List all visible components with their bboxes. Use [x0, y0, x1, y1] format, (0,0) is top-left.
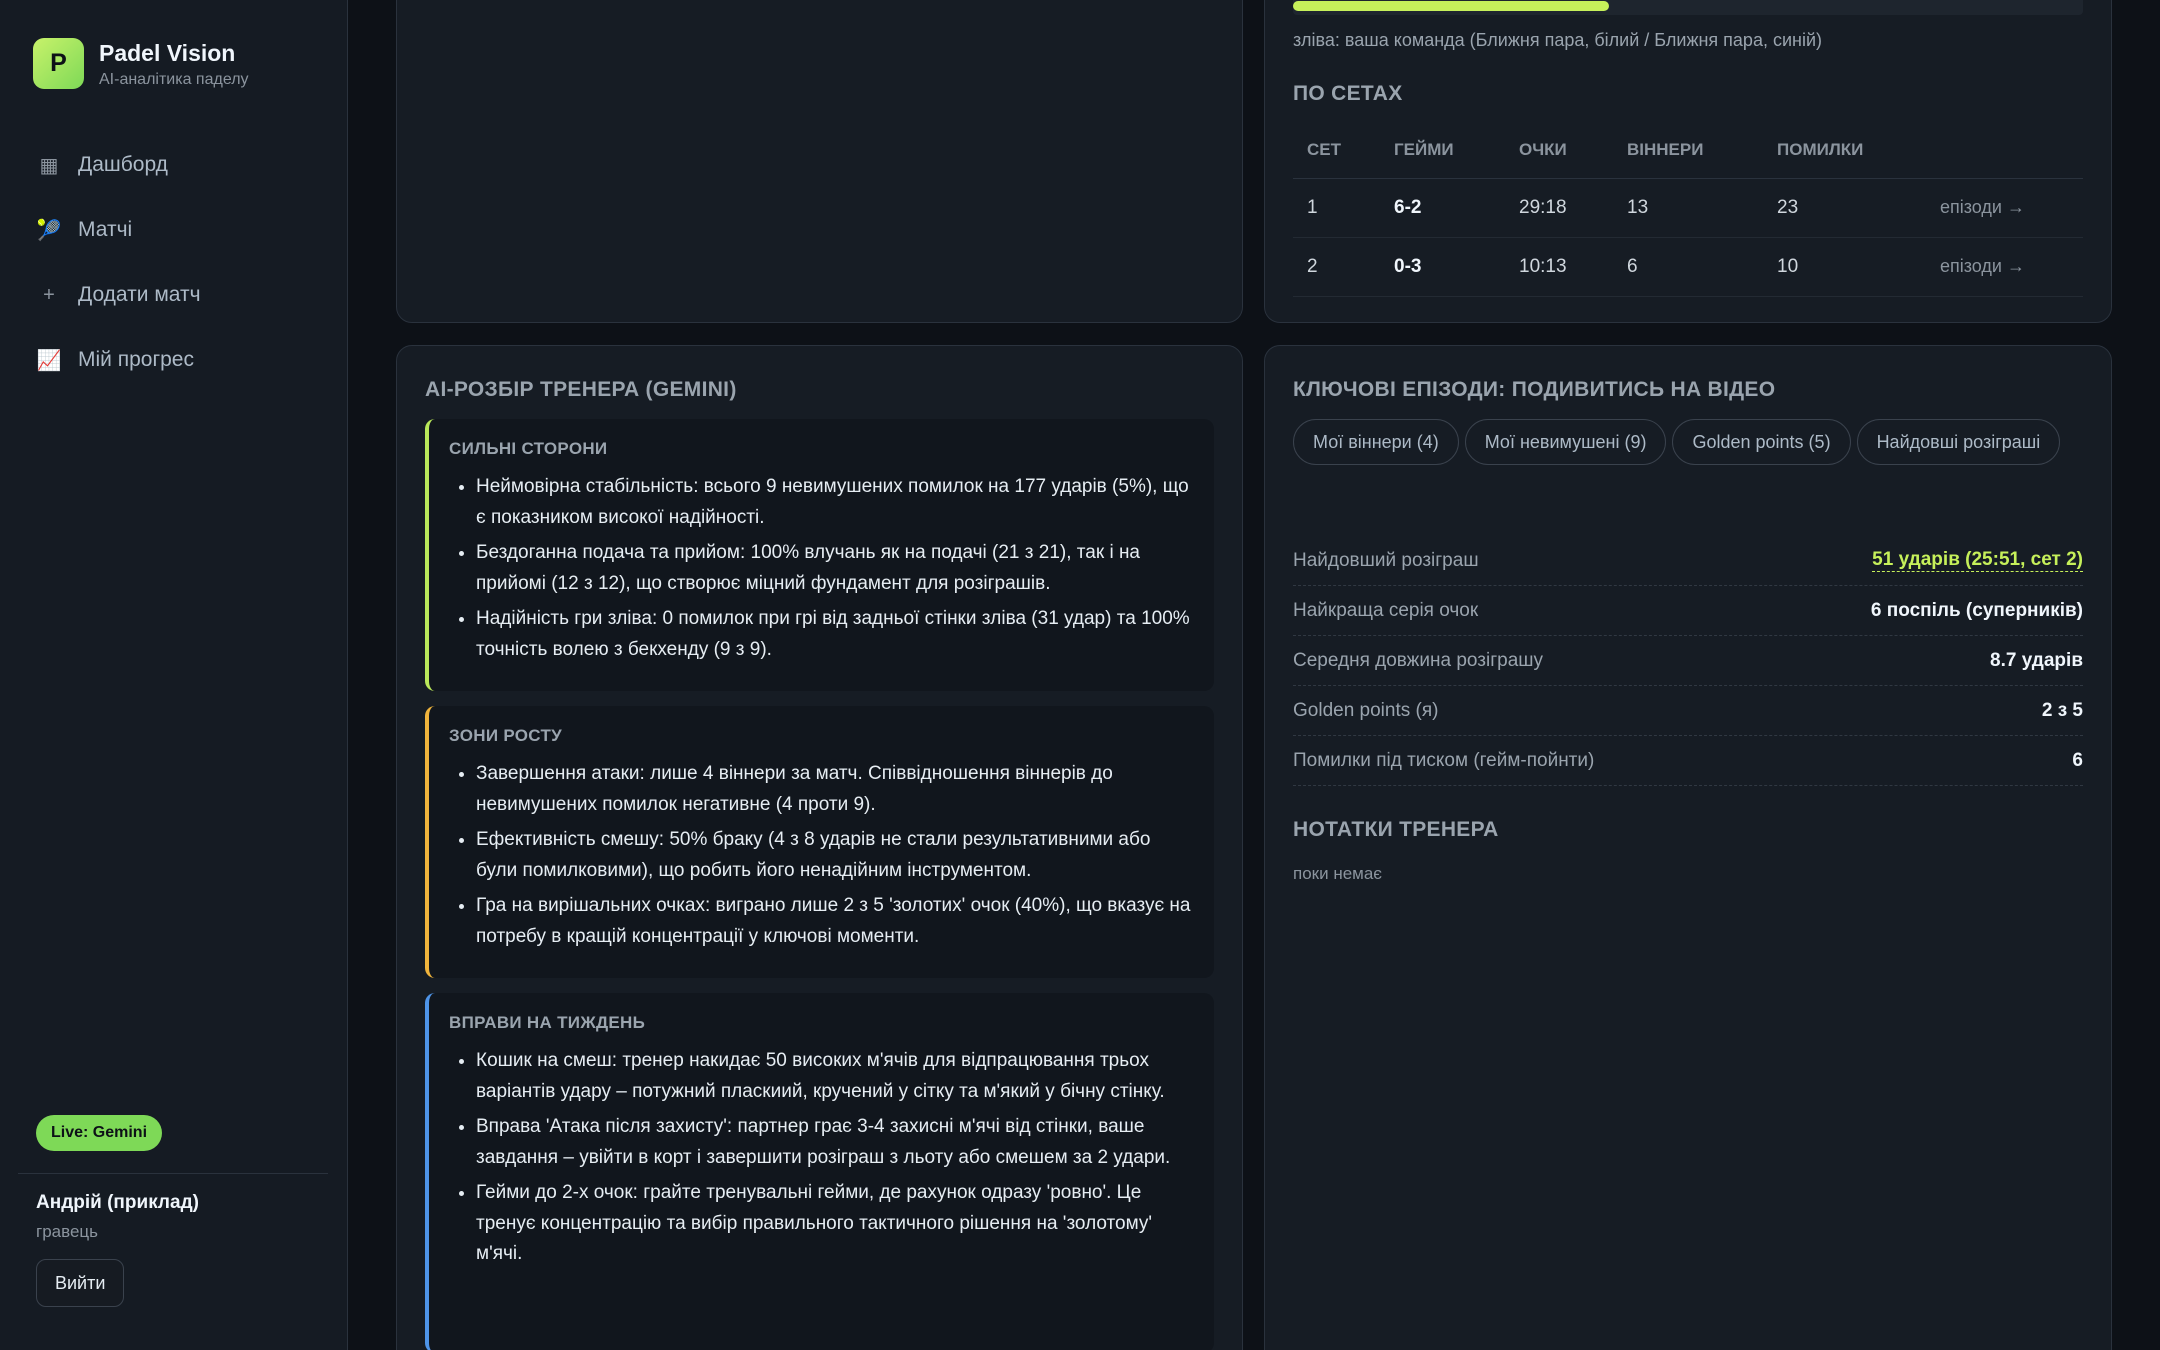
nav-item-label: Додати матч	[78, 283, 201, 306]
user-name: Андрій (приклад)	[36, 1192, 199, 1213]
nav-item-label: Мій прогрес	[78, 348, 194, 371]
col-link	[1926, 123, 2083, 179]
set-errors: 23	[1763, 178, 1926, 238]
stat-row-pressure-errors: Помилки під тиском (гейм-пойнти) 6	[1293, 736, 2083, 786]
table-row: 2 0-3 10:13 6 10 епізоди →	[1293, 237, 2083, 297]
logout-button[interactable]: Вийти	[36, 1259, 125, 1307]
stat-row-best-streak: Найкраща серія очок 6 поспіль (суперникі…	[1293, 586, 2083, 636]
chip-my-winners[interactable]: Мої віннери (4)	[1293, 419, 1459, 465]
list-item: Бездоганна подача та прийом: 100% влучан…	[476, 538, 1194, 599]
key-episodes-card: Ключові епізоди: подивитись на відео Мої…	[1264, 345, 2112, 1350]
strengths-list: Неймовірна стабільність: всього 9 невиму…	[449, 472, 1194, 665]
coach-notes-title: Нотатки тренера	[1293, 818, 1499, 841]
chip-my-unforced-errors[interactable]: Мої невимушені (9)	[1464, 419, 1667, 465]
drills-section: Вправи на тиждень Кошик на смеш: тренер …	[425, 993, 1214, 1350]
list-item: Гейми до 2-х очок: грайте тренувальні ге…	[476, 1178, 1194, 1270]
chart-up-icon: 📈	[36, 349, 62, 372]
chip-longest-rallies[interactable]: Найдовші розіграші	[1856, 419, 2061, 465]
ai-coach-title: AI-розбір тренера (Gemini)	[425, 378, 737, 401]
points-share-bar	[1293, 0, 2083, 15]
strengths-section: Сильні сторони Неймовірна стабільність: …	[425, 419, 1214, 691]
episode-stats: Найдовший розіграш 51 ударів (25:51, сет…	[1293, 536, 2083, 786]
episodes-link[interactable]: епізоди →	[1926, 178, 2083, 238]
col-errors: Помилки	[1763, 123, 1926, 179]
set-games: 6-2	[1380, 178, 1505, 238]
sets-table: Сет Гейми Очки Віннери Помилки 1 6-2 29:…	[1293, 123, 2083, 297]
video-card	[396, 0, 1243, 323]
stat-row-avg-rally: Середня довжина розіграшу 8.7 ударів	[1293, 636, 2083, 686]
sidebar: P Padel Vision AI-аналітика паделу ▦ Даш…	[0, 0, 348, 1350]
user-role: гравець	[36, 1222, 98, 1241]
col-set: Сет	[1293, 123, 1380, 179]
ai-coach-card: AI-розбір тренера (Gemini) Сильні сторон…	[396, 345, 1243, 1350]
stat-label: Середня довжина розіграшу	[1293, 649, 1544, 671]
set-points: 29:18	[1505, 178, 1613, 238]
key-episodes-title: Ключові епізоди: подивитись на відео	[1293, 378, 1776, 401]
longest-rally-link[interactable]: 51 ударів (25:51, сет 2)	[1872, 549, 2083, 572]
set-winners: 13	[1613, 178, 1763, 238]
nav-item-progress[interactable]: 📈 Мій прогрес	[20, 333, 328, 387]
plus-icon: +	[43, 283, 55, 306]
coach-notes-empty: поки немає	[1293, 864, 1382, 883]
list-item: Ефективність смешу: 50% браку (4 з 8 уда…	[476, 825, 1194, 886]
col-games: Гейми	[1380, 123, 1505, 179]
stat-value: 8.7 ударів	[1990, 649, 2083, 671]
drills-list: Кошик на смеш: тренер накидає 50 високих…	[449, 1046, 1194, 1270]
points-share-fill	[1293, 1, 1609, 11]
nav-item-dashboard[interactable]: ▦ Дашборд	[20, 138, 328, 192]
list-item: Гра на вирішальних очках: виграно лише 2…	[476, 891, 1194, 952]
live-status-badge: Live: Gemini	[36, 1115, 163, 1151]
nav-item-label: Матчі	[78, 218, 133, 241]
episode-filter-chips: Мої віннери (4) Мої невимушені (9) Golden …	[1293, 419, 2093, 474]
match-summary-card: зліва: ваша команда (Ближня пара, білий …	[1264, 0, 2112, 323]
list-item: Неймовірна стабільність: всього 9 невиму…	[476, 472, 1194, 533]
list-item: Надійність гри зліва: 0 помилок при грі …	[476, 604, 1194, 665]
nav-item-matches[interactable]: 🎾 Матчі	[20, 203, 328, 257]
stat-label: Golden points (я)	[1293, 699, 1439, 721]
stat-label: Помилки під тиском (гейм-пойнти)	[1293, 749, 1595, 771]
table-row: 1 6-2 29:18 13 23 епізоди →	[1293, 178, 2083, 238]
list-item: Кошик на смеш: тренер накидає 50 високих…	[476, 1046, 1194, 1107]
tennis-ball-icon: 🎾	[36, 219, 62, 242]
brand-name: Padel Vision	[99, 39, 236, 66]
strengths-label: Сильні сторони	[449, 439, 608, 458]
brand-subtitle: AI-аналітика паделу	[99, 70, 249, 88]
set-number: 2	[1293, 237, 1380, 297]
growth-section: Зони росту Завершення атаки: лише 4 вінн…	[425, 706, 1214, 978]
stat-label: Найкраща серія очок	[1293, 599, 1479, 621]
sidebar-divider	[18, 1173, 328, 1174]
set-games: 0-3	[1380, 237, 1505, 297]
nav-item-add-match[interactable]: + Додати матч	[20, 268, 328, 322]
stat-row-longest-rally: Найдовший розіграш 51 ударів (25:51, сет…	[1293, 536, 2083, 586]
stat-row-golden-points: Golden points (я) 2 з 5	[1293, 686, 2083, 736]
set-points: 10:13	[1505, 237, 1613, 297]
stat-value: 2 з 5	[2041, 699, 2083, 721]
growth-label: Зони росту	[449, 726, 563, 745]
col-points: Очки	[1505, 123, 1613, 179]
brand-logo: P	[33, 38, 84, 89]
growth-list: Завершення атаки: лише 4 віннери за матч…	[449, 759, 1194, 952]
episodes-link[interactable]: епізоди →	[1926, 237, 2083, 297]
sets-title: По сетах	[1293, 82, 1403, 105]
set-winners: 6	[1613, 237, 1763, 297]
stat-label: Найдовший розіграш	[1293, 549, 1479, 571]
team-legend-note: зліва: ваша команда (Ближня пара, білий …	[1293, 30, 1822, 50]
stat-value: 6	[2072, 749, 2083, 771]
stat-value: 6 поспіль (суперників)	[1870, 599, 2083, 621]
nav-item-label: Дашборд	[78, 153, 168, 176]
set-errors: 10	[1763, 237, 1926, 297]
list-item: Вправа 'Атака після захисту': партнер гр…	[476, 1112, 1194, 1173]
set-number: 1	[1293, 178, 1380, 238]
list-item: Завершення атаки: лише 4 віннери за матч…	[476, 759, 1194, 820]
dashboard-icon: ▦	[39, 154, 59, 177]
main-nav: ▦ Дашборд 🎾 Матчі + Додати матч 📈 Мій пр…	[20, 138, 328, 398]
col-winners: Віннери	[1613, 123, 1763, 179]
chip-golden-points[interactable]: Golden points (5)	[1672, 419, 1851, 465]
drills-label: Вправи на тиждень	[449, 1013, 646, 1032]
table-header-row: Сет Гейми Очки Віннери Помилки	[1293, 123, 2083, 179]
brand[interactable]: P Padel Vision AI-аналітика паделу	[33, 38, 249, 89]
